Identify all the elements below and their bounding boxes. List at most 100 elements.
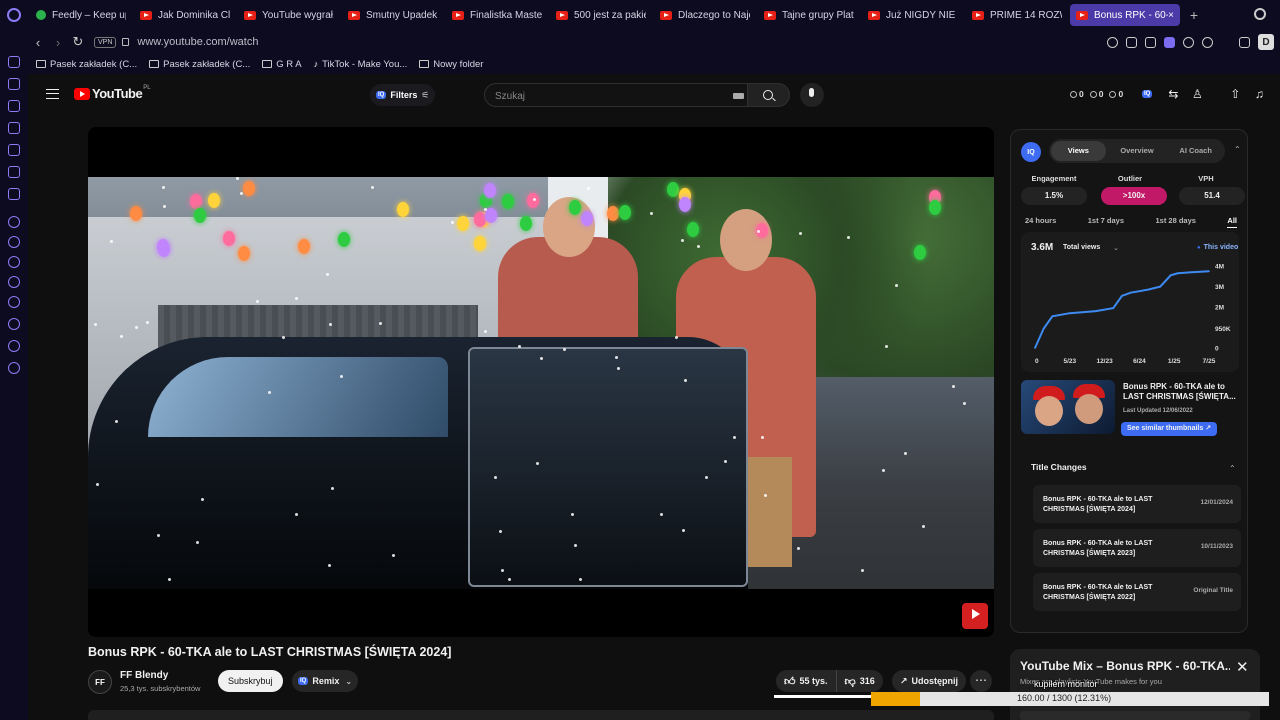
notifications-bell-icon[interactable]: ♫ xyxy=(1252,87,1266,101)
browser-tab[interactable]: Finalistka MasterC xyxy=(446,4,548,26)
vidiq-tab-views[interactable]: Views xyxy=(1051,141,1106,161)
tab-search-icon[interactable] xyxy=(1254,8,1266,20)
chevron-up-icon[interactable]: ⌃ xyxy=(1234,145,1241,154)
sidebar-history-icon[interactable] xyxy=(8,296,20,308)
more-actions-button[interactable]: ⋯ xyxy=(970,670,992,692)
title-change-item[interactable]: Bonus RPK - 60-TKA ale to LAST CHRISTMAS… xyxy=(1033,485,1241,523)
extensions-icon[interactable] xyxy=(1239,36,1250,48)
total-views-selector[interactable]: Total views xyxy=(1063,244,1100,251)
heart-icon[interactable] xyxy=(1202,36,1213,48)
sidebar-music-icon[interactable] xyxy=(8,216,20,228)
dislike-button[interactable]: 👎︎ 316 xyxy=(835,670,883,692)
metric-engagement[interactable]: 1.5% xyxy=(1021,187,1087,205)
close-icon[interactable]: ✕ xyxy=(1236,658,1249,676)
browser-tab[interactable]: Feedly – Keep up w xyxy=(30,4,132,26)
share-button[interactable]: ↗ Udostępnij xyxy=(892,670,967,692)
range-first-7-days[interactable]: 1st 7 days xyxy=(1088,216,1124,228)
video-thumbnail[interactable] xyxy=(1021,380,1115,434)
video-frame[interactable] xyxy=(88,177,994,589)
back-button[interactable]: ‹ xyxy=(28,35,48,50)
description-box[interactable] xyxy=(88,710,994,720)
mix-next-item[interactable] xyxy=(1020,711,1250,720)
pin-icon[interactable] xyxy=(1126,36,1137,48)
browser-tab[interactable]: Smutny Upadek "F xyxy=(342,4,444,26)
vidiq-filters-button[interactable]: IQ Filters ⚟ xyxy=(370,84,436,106)
browser-tab[interactable]: Już NIGDY NIE W xyxy=(862,4,964,26)
channel-name[interactable]: FF Blendy xyxy=(120,670,168,681)
subscribe-watermark-icon[interactable] xyxy=(962,603,988,629)
range-all[interactable]: All xyxy=(1227,216,1237,228)
sidebar-heart-icon[interactable] xyxy=(8,256,20,268)
browser-tab[interactable]: YouTube wygrał. F xyxy=(238,4,340,26)
title-change-item[interactable]: Bonus RPK - 60-TKA ale to LAST CHRISTMAS… xyxy=(1033,529,1241,567)
bookmark-item[interactable]: G R A xyxy=(262,59,302,70)
header-stat[interactable]: 0 xyxy=(1070,89,1084,99)
mix-title[interactable]: YouTube Mix – Bonus RPK - 60-TKA... xyxy=(1020,659,1230,673)
zoom-icon[interactable] xyxy=(1107,36,1118,48)
chevron-down-icon[interactable]: ⌄ xyxy=(1113,244,1119,252)
sidebar-extensions-icon[interactable] xyxy=(8,340,20,352)
search-input[interactable] xyxy=(495,89,715,103)
sidebar-player-icon[interactable] xyxy=(8,236,20,248)
metric-outlier[interactable]: >100x xyxy=(1101,187,1167,205)
range-24-hours[interactable]: 24 hours xyxy=(1025,216,1056,228)
series-point xyxy=(1121,294,1123,297)
metric-vph[interactable]: 51.4 xyxy=(1179,187,1245,205)
trophy-icon[interactable]: ♙ xyxy=(1190,87,1204,101)
shield-icon[interactable] xyxy=(1164,36,1175,48)
bookmark-item[interactable]: Nowy folder xyxy=(419,59,483,70)
chevron-up-icon[interactable]: ⌃ xyxy=(1229,464,1236,473)
browser-tab[interactable]: Tajne grupy Platfo xyxy=(758,4,860,26)
see-similar-thumbnails-button[interactable]: See similar thumbnails ↗ xyxy=(1121,422,1218,436)
bookmark-item[interactable]: Pasek zakładek (C... xyxy=(149,59,250,70)
browser-tab[interactable]: Dlaczego to Najdz xyxy=(654,4,756,26)
translate-icon[interactable]: ⇆ xyxy=(1166,87,1180,101)
vidiq-tab-overview[interactable]: Overview xyxy=(1110,141,1165,161)
vpn-badge[interactable]: VPN xyxy=(94,36,117,48)
browser-tab-active[interactable]: Bonus RPK - 60-TKA× xyxy=(1070,4,1180,26)
browser-logo-icon[interactable] xyxy=(0,0,28,30)
sidebar-x-icon[interactable] xyxy=(8,144,20,156)
new-tab-button[interactable]: + xyxy=(1184,7,1204,23)
reload-button[interactable]: ↻ xyxy=(68,34,88,50)
subscribe-button[interactable]: Subskrybuj xyxy=(218,670,283,692)
sidebar-settings-icon[interactable] xyxy=(8,362,20,374)
sidebar-tiktok-icon[interactable] xyxy=(8,188,20,200)
channel-avatar[interactable]: FF xyxy=(88,670,112,694)
vidiq-menu-icon[interactable]: IQ xyxy=(1142,90,1153,98)
browser-tab[interactable]: 500 jest za pakiet xyxy=(550,4,652,26)
search-button[interactable] xyxy=(748,83,790,107)
sidebar-download-icon[interactable] xyxy=(8,318,20,330)
snapshot-icon[interactable] xyxy=(1145,36,1156,48)
upload-icon[interactable]: ⇧ xyxy=(1228,87,1242,101)
sidebar-menu-icon[interactable] xyxy=(8,276,20,288)
like-button[interactable]: 👍︎ 55 tys. xyxy=(776,670,836,692)
sidebar-messenger-icon[interactable] xyxy=(8,56,20,68)
header-stat[interactable]: 0 xyxy=(1089,89,1103,99)
bookmark-item[interactable]: ♪ TikTok - Make You... xyxy=(314,59,408,70)
remix-button[interactable]: IQ Remix ⌄ xyxy=(292,670,359,692)
sidebar-whatsapp-icon[interactable] xyxy=(8,78,20,90)
title-change-item[interactable]: Bonus RPK - 60-TKA ale to LAST CHRISTMAS… xyxy=(1033,573,1241,611)
video-player[interactable] xyxy=(88,127,994,637)
browser-tab[interactable]: PRIME 14 ROZWA xyxy=(966,4,1068,26)
profile-avatar[interactable]: D xyxy=(1258,34,1274,50)
header-stat[interactable]: 0 xyxy=(1109,89,1123,99)
voice-search-button[interactable] xyxy=(800,83,824,107)
browser-tab[interactable]: Jak Dominika Clar xyxy=(134,4,236,26)
range-first-28-days[interactable]: 1st 28 days xyxy=(1155,216,1195,228)
lock-icon[interactable] xyxy=(122,38,130,46)
tab-close-icon[interactable]: × xyxy=(1168,10,1174,21)
vidiq-tab-ai-coach[interactable]: AI Coach xyxy=(1168,141,1223,161)
bookmark-item[interactable]: Pasek zakładek (C... xyxy=(36,59,137,70)
forward-button[interactable]: › xyxy=(48,35,68,50)
url-field[interactable]: www.youtube.com/watch xyxy=(137,36,258,48)
sidebar-telegram-icon[interactable] xyxy=(8,100,20,112)
youtube-logo[interactable]: YouTube PL xyxy=(74,85,151,101)
player-icon[interactable] xyxy=(1183,36,1194,48)
hamburger-menu-icon[interactable] xyxy=(46,89,59,99)
keyboard-icon[interactable] xyxy=(733,93,744,99)
sidebar-discord-icon[interactable] xyxy=(8,166,20,178)
vidiq-logo[interactable]: IQ xyxy=(1021,142,1041,162)
sidebar-instagram-icon[interactable] xyxy=(8,122,20,134)
